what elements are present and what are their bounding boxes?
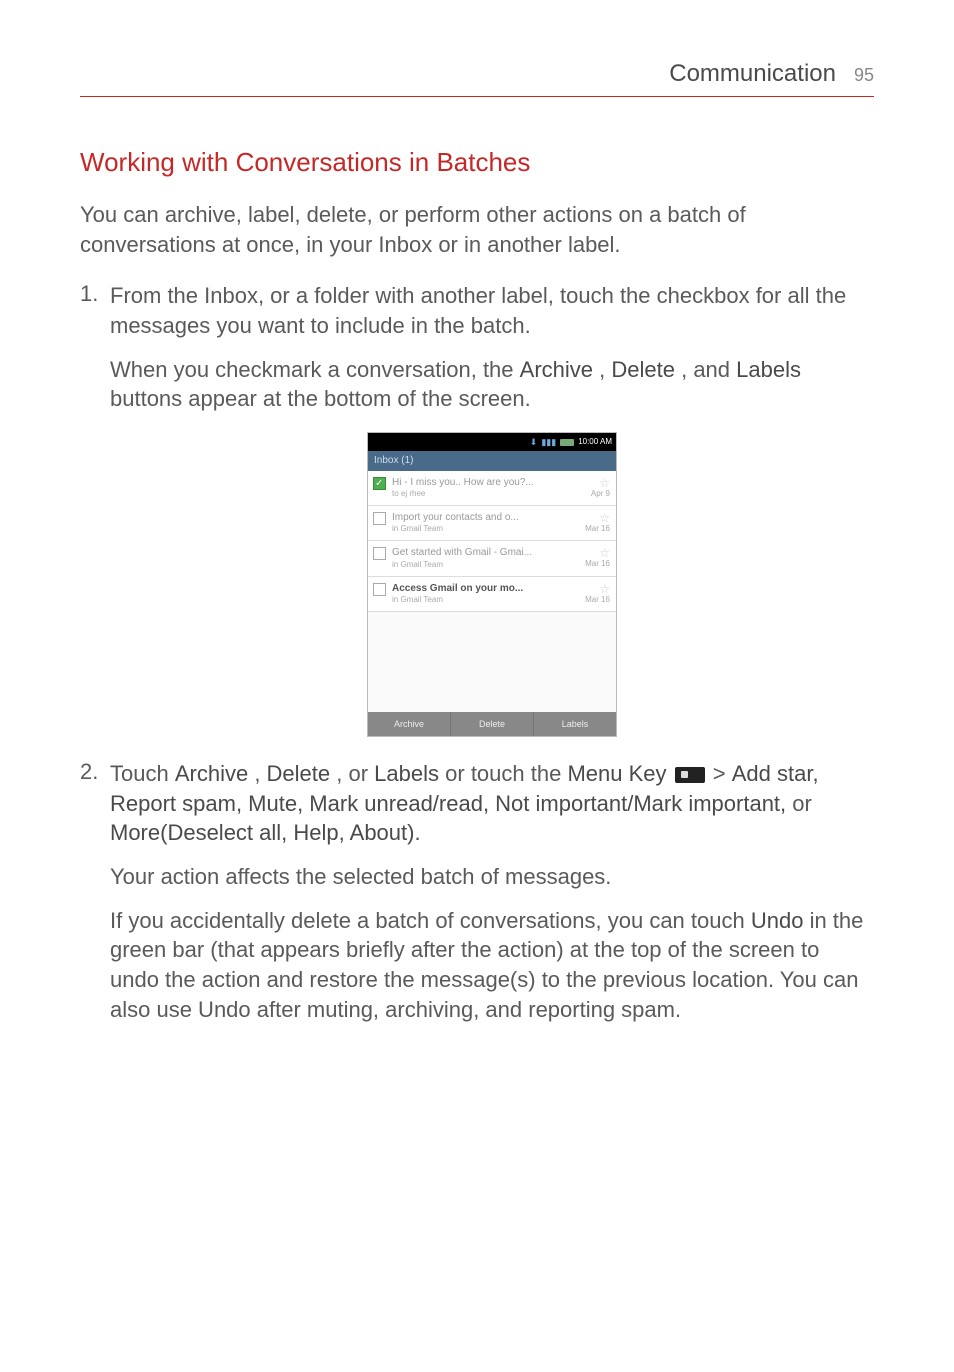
step-2-pre: Touch <box>110 761 175 786</box>
step-2-s4: > <box>713 761 732 786</box>
mail-checkbox[interactable] <box>373 477 386 490</box>
step-1-labels-ref: Labels <box>736 357 801 382</box>
mail-sender: to ej rhee <box>392 489 610 500</box>
mail-list: ☆Hi - I miss you.. How are you?...to ej … <box>368 471 616 612</box>
mail-row[interactable]: ☆Get started with Gmail - Gmai...in Gmai… <box>368 541 616 576</box>
mail-sender: in Gmail Team <box>392 595 610 606</box>
screenshot-container: ⬇ ▮▮▮ 10:00 AM Inbox (1) ☆Hi - I miss yo… <box>110 432 874 737</box>
section-heading: Working with Conversations in Batches <box>80 147 874 178</box>
mail-subject: Get started with Gmail - Gmai... <box>392 546 610 560</box>
status-time: 10:00 AM <box>578 437 612 448</box>
step-1-archive-ref: Archive <box>520 357 593 382</box>
archive-button[interactable]: Archive <box>368 712 451 736</box>
step-2-undo-pre: If you accidentally delete a batch of co… <box>110 908 751 933</box>
page-number: 95 <box>854 65 874 86</box>
mail-list-empty-area <box>368 612 616 712</box>
step-2-menu-key-ref: Menu Key <box>567 761 666 786</box>
menu-key-icon <box>675 767 705 783</box>
step-2-undo-ref: Undo <box>751 908 804 933</box>
mail-date: Mar 16 <box>585 524 610 535</box>
mail-date: Mar 16 <box>585 595 610 606</box>
mail-row[interactable]: ☆Hi - I miss you.. How are you?...to ej … <box>368 471 616 506</box>
delete-button[interactable]: Delete <box>451 712 534 736</box>
batch-action-bar: Archive Delete Labels <box>368 712 616 736</box>
page-header: Communication 95 <box>80 60 874 97</box>
step-1: From the Inbox, or a folder with another… <box>80 281 874 737</box>
mail-sender: in Gmail Team <box>392 524 610 535</box>
labels-button[interactable]: Labels <box>534 712 616 736</box>
step-2-effect: Your action affects the selected batch o… <box>110 862 874 892</box>
step-2-undo: If you accidentally delete a batch of co… <box>110 906 874 1025</box>
inbox-label: Inbox (1) <box>374 454 413 468</box>
mail-checkbox[interactable] <box>373 583 386 596</box>
signal-icon: ▮▮▮ <box>541 436 556 448</box>
step-2-s1: , <box>254 761 266 786</box>
mail-date: Apr 9 <box>591 489 610 500</box>
mail-subject: Import your contacts and o... <box>392 511 610 525</box>
download-icon: ⬇ <box>530 436 538 448</box>
mail-subject: Hi - I miss you.. How are you?... <box>392 476 610 490</box>
phone-screenshot: ⬇ ▮▮▮ 10:00 AM Inbox (1) ☆Hi - I miss yo… <box>367 432 617 737</box>
mail-sender: in Gmail Team <box>392 560 610 571</box>
step-1-main: From the Inbox, or a folder with another… <box>110 281 874 340</box>
mail-date: Mar 16 <box>585 559 610 570</box>
step-1-sub-post: buttons appear at the bottom of the scre… <box>110 386 531 411</box>
intro-paragraph: You can archive, label, delete, or perfo… <box>80 200 874 259</box>
step-1-sep2: , and <box>681 357 736 382</box>
step-2-s2: , or <box>336 761 374 786</box>
mail-subject: Access Gmail on your mo... <box>392 582 610 596</box>
mail-checkbox[interactable] <box>373 512 386 525</box>
step-1-sub-pre: When you checkmark a conversation, the <box>110 357 520 382</box>
step-2: Touch Archive , Delete , or Labels or to… <box>80 759 874 1025</box>
step-2-more-ref: More(Deselect all, Help, About). <box>110 820 421 845</box>
step-2-s5: or <box>792 791 812 816</box>
step-1-sep1: , <box>599 357 611 382</box>
battery-icon <box>560 439 574 446</box>
mail-row[interactable]: ☆Import your contacts and o...in Gmail T… <box>368 506 616 541</box>
gmail-header: Inbox (1) <box>368 451 616 471</box>
step-2-labels-ref: Labels <box>374 761 439 786</box>
step-2-main: Touch Archive , Delete , or Labels or to… <box>110 759 874 848</box>
mail-row[interactable]: ☆Access Gmail on your mo...in Gmail Team… <box>368 577 616 612</box>
step-2-s3: or touch the <box>445 761 567 786</box>
page-header-title: Communication <box>669 60 836 88</box>
step-1-delete-ref: Delete <box>611 357 675 382</box>
step-2-archive-ref: Archive <box>175 761 248 786</box>
step-2-delete-ref: Delete <box>267 761 331 786</box>
status-bar: ⬇ ▮▮▮ 10:00 AM <box>368 433 616 451</box>
mail-checkbox[interactable] <box>373 547 386 560</box>
step-1-sub: When you checkmark a conversation, the A… <box>110 355 874 414</box>
